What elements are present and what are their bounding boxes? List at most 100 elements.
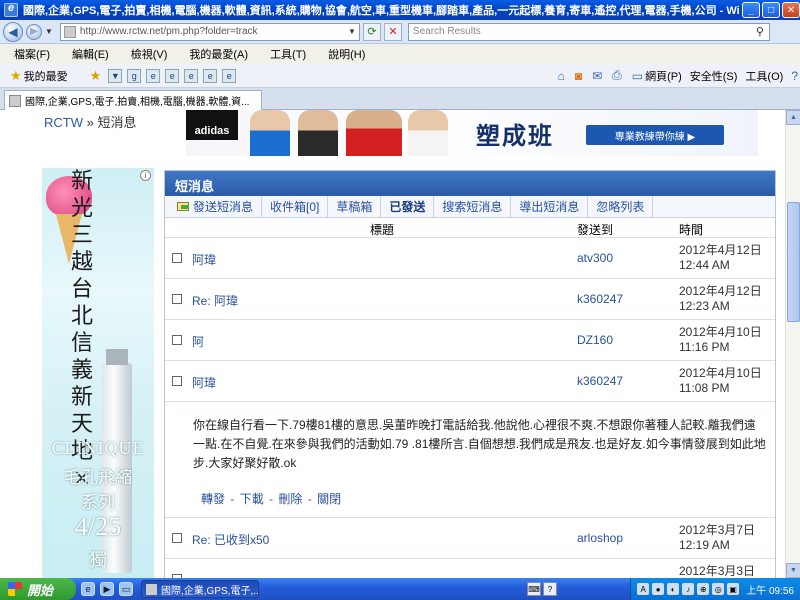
row-recipient-link[interactable]: k360247 xyxy=(577,292,623,306)
safety-menu-button[interactable]: 安全性(S) xyxy=(690,68,738,84)
mail-button[interactable]: ✉ xyxy=(592,69,604,83)
refresh-button[interactable]: ⟳ xyxy=(362,22,381,41)
table-row[interactable]: 阿瑋 atv300 2012年4月12日 12:44 AM xyxy=(165,238,775,279)
feeds-button[interactable]: ◙ xyxy=(575,69,584,83)
menu-edit[interactable]: 編輯(E) xyxy=(58,46,117,62)
browser-tab[interactable]: 國際,企業,GPS,電子,拍賣,相機,電腦,機器,軟體,資... xyxy=(4,90,262,110)
close-button[interactable]: ✕ xyxy=(782,2,800,18)
vertical-scrollbar[interactable]: ▲ ▼ xyxy=(785,110,800,578)
search-icon[interactable]: ⚲ xyxy=(751,24,769,40)
tab-drafts[interactable]: 草稿箱 xyxy=(328,195,382,218)
quicklaunch-ie-icon[interactable]: e xyxy=(81,582,95,596)
close-link[interactable]: 關閉 xyxy=(317,492,341,506)
search-input[interactable]: Search Results ⚲ xyxy=(407,22,770,41)
table-row[interactable]: Re: 阿瑋 k360247 2012年4月12日 12:23 AM xyxy=(165,279,775,320)
address-url[interactable]: http://www.rctw.net/pm.php?folder=track xyxy=(80,26,345,37)
row-checkbox[interactable] xyxy=(172,376,182,386)
tray-icon[interactable]: ● xyxy=(652,583,665,595)
favorites-star-icon[interactable]: ★ xyxy=(10,68,22,84)
favorite-link-icon[interactable]: e xyxy=(165,68,180,83)
window-titlebar[interactable]: 國際,企業,GPS,電子,拍賣,相機,電腦,機器,軟體,資訊,系統,購物,協會,… xyxy=(0,0,800,20)
tab-search-pm[interactable]: 搜索短消息 xyxy=(434,195,512,218)
start-button[interactable]: 開始 xyxy=(0,578,76,600)
feed-icon: ◙ xyxy=(574,68,583,83)
tab-inbox[interactable]: 收件箱[0] xyxy=(262,195,329,218)
address-dropdown-icon[interactable]: ▼ xyxy=(345,27,359,36)
scrollbar-thumb[interactable] xyxy=(787,202,800,322)
row-recipient-link[interactable]: atv300 xyxy=(577,251,613,265)
row-subject-link[interactable]: 阿 xyxy=(192,333,204,350)
favorite-link-icon[interactable]: g xyxy=(127,68,142,83)
table-row[interactable]: 阿 DZ160 2012年4月10日 11:16 PM xyxy=(165,320,775,361)
minimize-button[interactable]: _ xyxy=(742,2,761,18)
tray-icon[interactable]: ◐ xyxy=(667,583,680,595)
stop-button[interactable]: ✕ xyxy=(383,22,402,41)
tab-sent[interactable]: 已發送 xyxy=(381,195,435,218)
home-button[interactable]: ⌂ xyxy=(558,69,567,83)
row-recipient-link[interactable]: arloshop xyxy=(577,531,623,545)
tray-icon[interactable]: ⊕ xyxy=(697,583,710,595)
favorite-link-icon[interactable]: e xyxy=(222,68,237,83)
tray-icon[interactable]: A xyxy=(637,583,650,595)
favorite-link-icon[interactable]: e xyxy=(203,68,218,83)
menu-favorites[interactable]: 我的最愛(A) xyxy=(175,46,256,62)
scroll-down-icon[interactable]: ▼ xyxy=(786,563,800,578)
add-favorite-icon[interactable]: ★ xyxy=(90,68,102,84)
menu-view[interactable]: 檢視(V) xyxy=(117,46,176,62)
row-checkbox[interactable] xyxy=(172,335,182,345)
tray-icon[interactable]: ◎ xyxy=(712,583,725,595)
delete-link[interactable]: 刪除 xyxy=(278,492,302,506)
keyboard-icon[interactable]: ⌨ xyxy=(527,582,541,596)
page-menu-button[interactable]: ▭ 網頁(P) xyxy=(632,68,682,84)
download-link[interactable]: 下載 xyxy=(240,492,264,506)
row-recipient-link[interactable]: k360247 xyxy=(577,374,623,388)
forward-button[interactable]: ▶ xyxy=(26,23,42,40)
row-checkbox[interactable] xyxy=(172,253,182,263)
favorite-link-icon[interactable]: ▼ xyxy=(108,68,123,83)
help-button[interactable]: ? xyxy=(791,69,800,83)
menu-tools[interactable]: 工具(T) xyxy=(256,46,314,62)
breadcrumb-home-link[interactable]: RCTW xyxy=(44,115,83,130)
column-to: 發送到 xyxy=(577,223,614,237)
quicklaunch-media-icon[interactable]: ▶ xyxy=(100,582,114,596)
clock[interactable]: 上午 09:56 xyxy=(746,582,794,597)
scroll-up-icon[interactable]: ▲ xyxy=(786,110,800,125)
ime-icon[interactable]: ? xyxy=(543,582,557,596)
tab-export-pm[interactable]: 導出短消息 xyxy=(511,195,589,218)
banner-cta-button[interactable]: 專業教練帶你練 ▶ xyxy=(586,125,724,145)
tab-send-pm[interactable]: 發送短消息 xyxy=(165,195,263,218)
history-dropdown-icon[interactable]: ▼ xyxy=(45,27,53,36)
row-checkbox[interactable] xyxy=(172,294,182,304)
favorite-link-icon[interactable]: e xyxy=(146,68,161,83)
row-recipient-link[interactable]: DZ160 xyxy=(577,333,613,347)
row-subject-link[interactable]: Re: 阿瑋 xyxy=(192,292,238,309)
pm-tabs: 發送短消息 收件箱[0] 草稿箱 已發送 搜索短消息 導出短消息 忽略列表 xyxy=(165,195,775,218)
menu-help[interactable]: 說明(H) xyxy=(314,46,373,62)
row-subject-link[interactable]: 阿瑋 xyxy=(192,374,216,391)
row-subject-link[interactable]: 阿瑋 xyxy=(192,251,216,268)
forward-link[interactable]: 轉發 xyxy=(201,492,225,506)
print-button[interactable]: ⎙ xyxy=(612,68,624,83)
banner-ad[interactable]: adidas 塑成班 專業教練帶你練 ▶ xyxy=(186,110,758,156)
ad-info-icon[interactable]: i xyxy=(140,170,151,181)
quicklaunch-desktop-icon[interactable]: ▭ xyxy=(119,582,133,596)
table-row[interactable]: 阿瑋 k360247 2012年4月10日 11:08 PM xyxy=(165,361,775,402)
maximize-button[interactable]: □ xyxy=(762,2,781,18)
table-row[interactable]: 2012年3月3日 xyxy=(165,559,775,578)
tray-icon[interactable]: ▣ xyxy=(727,583,740,595)
table-row[interactable]: Re: 已收到x50 arloshop 2012年3月7日 12:19 AM xyxy=(165,518,775,559)
taskbar-window-button[interactable]: 國際,企業,GPS,電子,... xyxy=(141,580,259,598)
row-subject-link[interactable]: Re: 已收到x50 xyxy=(192,531,269,548)
menu-file[interactable]: 檔案(F) xyxy=(0,46,58,62)
side-ad[interactable]: i 新光三越台北信義新天地× CLINIQUE 毛孔飛縮 系列 4/25 獨 xyxy=(42,168,154,578)
address-input[interactable]: http://www.rctw.net/pm.php?folder=track … xyxy=(59,22,360,41)
tray-icon[interactable]: ♪ xyxy=(682,583,695,595)
tools-menu-button[interactable]: 工具(O) xyxy=(745,68,783,84)
row-time-text: 12:44 AM xyxy=(679,258,730,272)
favorites-label[interactable]: 我的最愛 xyxy=(24,68,68,84)
back-button[interactable]: ◀ xyxy=(3,21,23,42)
favorite-link-icon[interactable]: e xyxy=(184,68,199,83)
tab-ignore-list[interactable]: 忽略列表 xyxy=(588,195,654,218)
search-placeholder[interactable]: Search Results xyxy=(413,26,751,37)
row-checkbox[interactable] xyxy=(172,533,182,543)
